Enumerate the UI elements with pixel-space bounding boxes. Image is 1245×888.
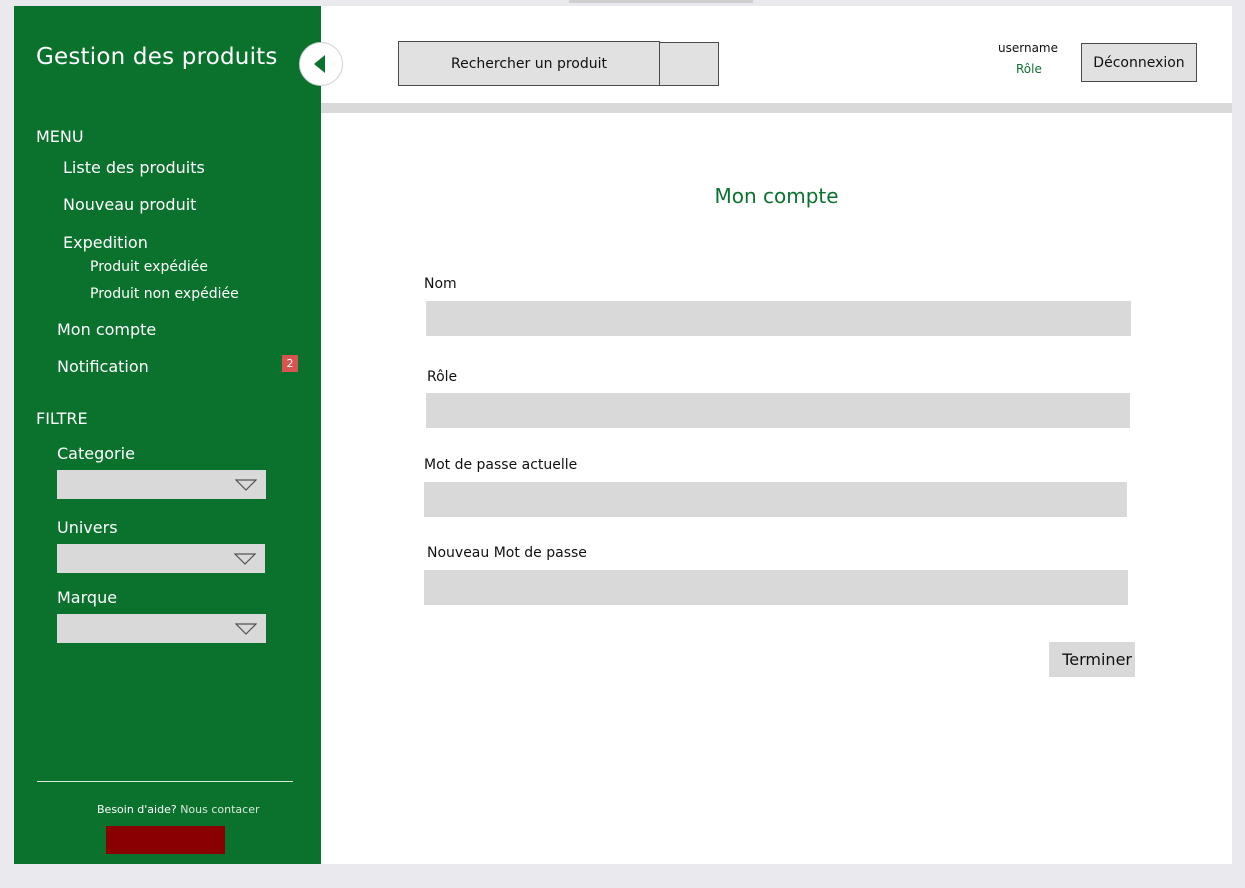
filter-universe-label: Univers	[57, 518, 118, 537]
top-tab-indicator	[569, 0, 753, 3]
chevron-left-icon	[313, 55, 325, 73]
sidebar-divider	[37, 781, 293, 782]
role-field[interactable]	[426, 393, 1130, 428]
header-separator	[321, 103, 1232, 113]
filter-universe-select[interactable]	[57, 544, 265, 573]
current-password-label: Mot de passe actuelle	[424, 457, 578, 473]
chevron-down-icon	[235, 479, 257, 491]
sidebar: Gestion des produits MENU Liste des prod…	[14, 6, 321, 864]
sidebar-item-expedition[interactable]: Expedition	[63, 233, 148, 252]
chevron-down-icon	[235, 623, 257, 635]
name-field-label: Nom	[424, 276, 457, 292]
app-window: Gestion des produits MENU Liste des prod…	[0, 0, 1245, 888]
logout-button[interactable]: Déconnexion	[1081, 43, 1197, 82]
new-password-field[interactable]	[424, 570, 1128, 605]
current-password-field[interactable]	[424, 482, 1127, 517]
notification-badge: 2	[282, 355, 298, 372]
search-submit-button[interactable]	[659, 42, 719, 86]
user-name: username	[998, 41, 1058, 55]
help-action-button[interactable]	[106, 826, 225, 854]
new-password-label: Nouveau Mot de passe	[427, 545, 587, 561]
name-field[interactable]	[426, 301, 1131, 336]
role-field-label: Rôle	[427, 369, 458, 385]
main-content: Rechercher un produit username Rôle Déco…	[321, 6, 1232, 864]
sidebar-item-notification[interactable]: Notification	[57, 357, 149, 376]
chevron-down-icon	[234, 553, 256, 565]
header-bar: Rechercher un produit username Rôle Déco…	[321, 6, 1232, 103]
search-product-button[interactable]: Rechercher un produit	[398, 41, 660, 86]
filter-category-label: Categorie	[57, 444, 135, 463]
menu-section-label: MENU	[36, 127, 84, 146]
sidebar-item-my-account[interactable]: Mon compte	[57, 320, 156, 339]
collapse-sidebar-button[interactable]	[299, 42, 343, 86]
page-title: Mon compte	[714, 184, 839, 208]
sidebar-item-shipped-products[interactable]: Produit expédiée	[90, 259, 208, 275]
user-role: Rôle	[1016, 62, 1042, 76]
help-line: Besoin d'aide? Nous contacer	[97, 803, 260, 816]
contact-link[interactable]: Nous contacer	[180, 803, 259, 816]
filter-brand-select[interactable]	[57, 614, 266, 643]
sidebar-item-unshipped-products[interactable]: Produit non expédiée	[90, 286, 239, 302]
finish-button[interactable]: Terminer	[1049, 642, 1135, 677]
app-title: Gestion des produits	[36, 44, 278, 70]
sidebar-item-product-list[interactable]: Liste des produits	[63, 158, 205, 177]
filter-brand-label: Marque	[57, 588, 118, 607]
window-right-edge	[1232, 6, 1245, 864]
sidebar-item-new-product[interactable]: Nouveau produit	[63, 195, 196, 214]
filter-section-label: FILTRE	[36, 409, 88, 428]
filter-category-select[interactable]	[57, 470, 266, 499]
help-text: Besoin d'aide?	[97, 803, 177, 816]
